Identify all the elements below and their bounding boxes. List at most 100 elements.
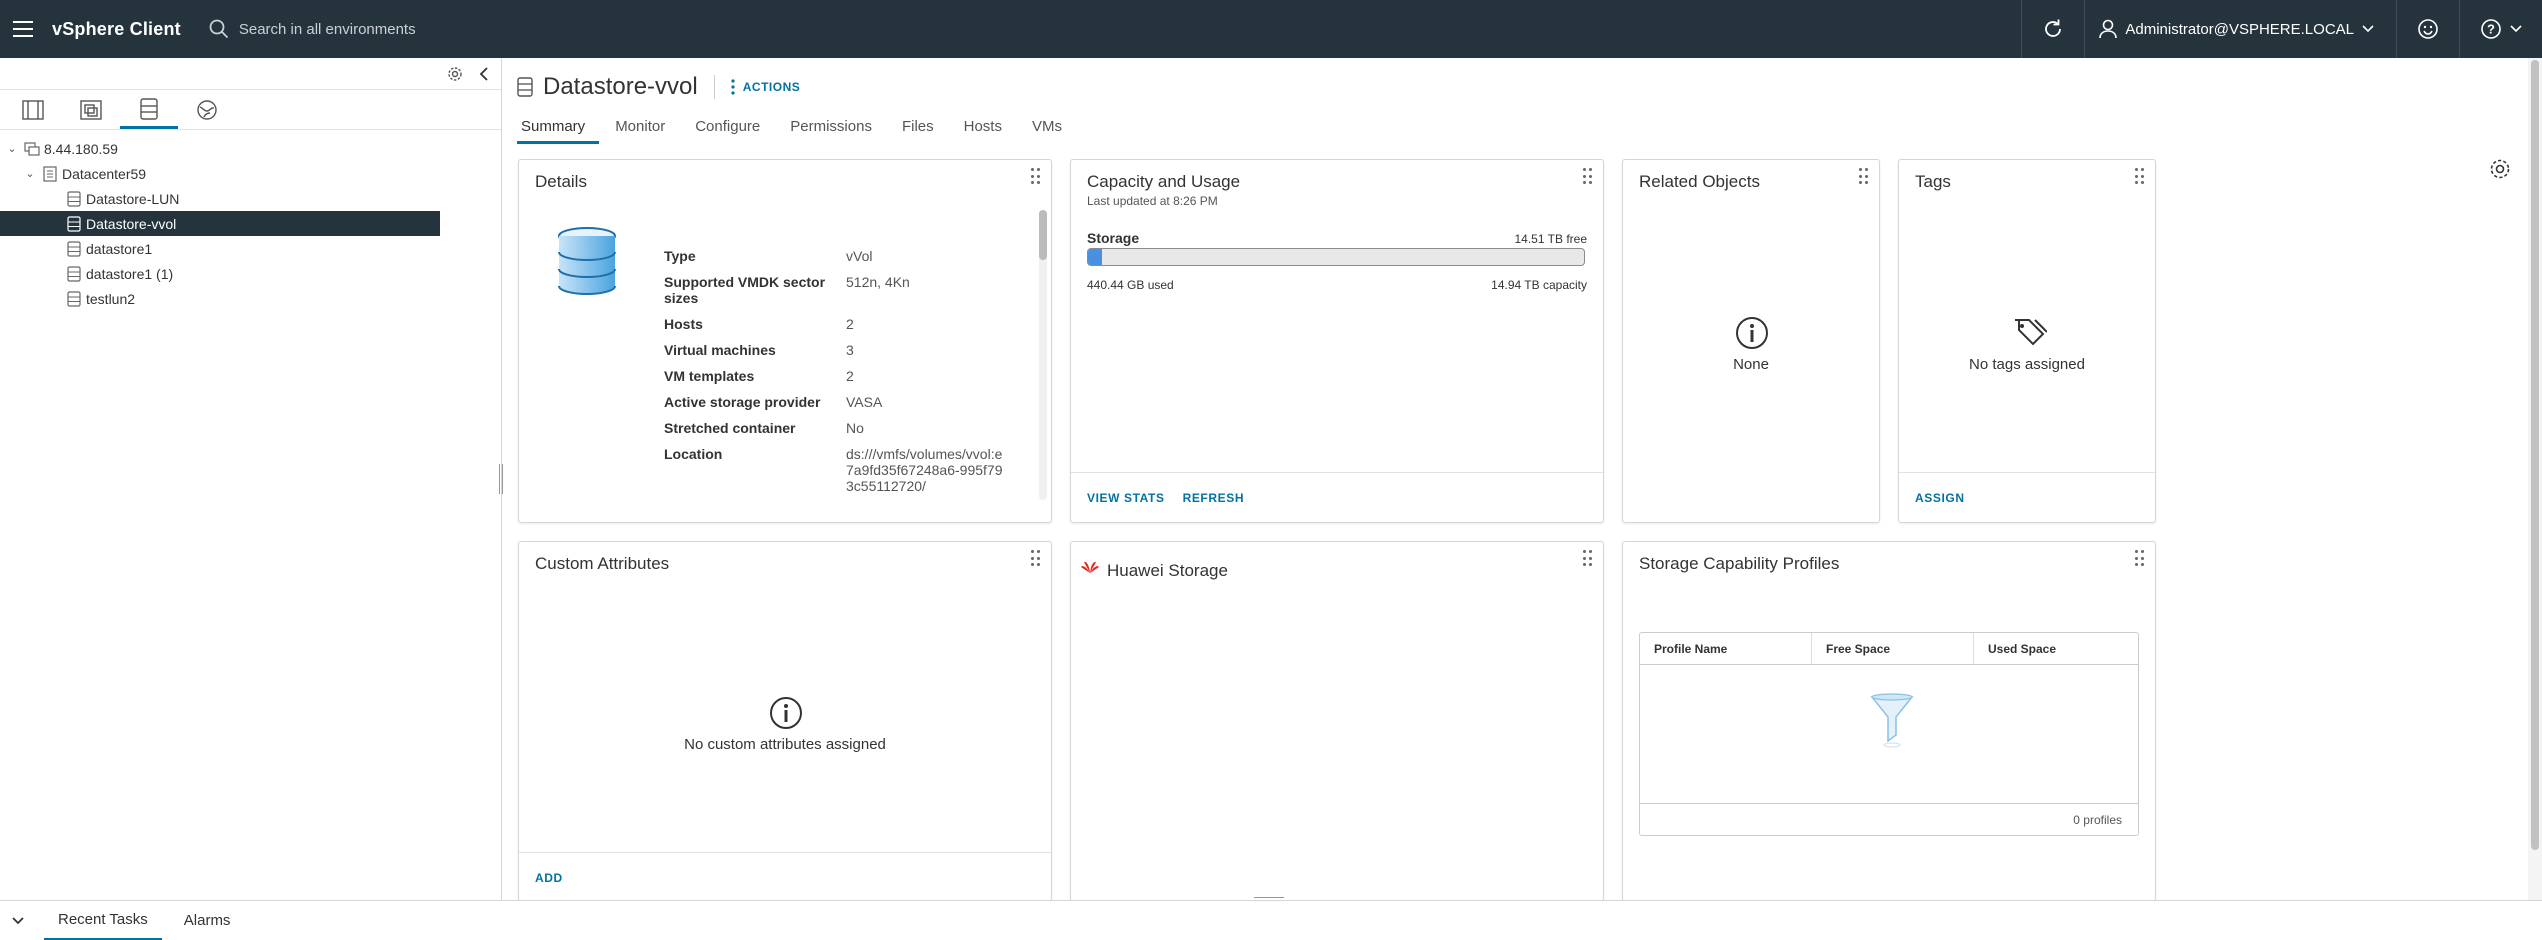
detail-value: 2 [846, 368, 854, 384]
chevron-down-icon[interactable]: ⌄ [4, 142, 20, 155]
tree-item-datastore[interactable]: testlun2 [0, 286, 501, 311]
tab-files[interactable]: Files [898, 112, 948, 144]
datastore-icon [517, 77, 533, 97]
tree-item-label: Datastore-LUN [86, 190, 180, 207]
vcenter-icon [20, 141, 44, 156]
summary-settings-button[interactable] [2489, 158, 2511, 183]
add-attribute-button[interactable]: ADD [535, 871, 563, 885]
column-header[interactable]: Free Space [1812, 633, 1974, 664]
capacity-title: Capacity and Usage [1087, 172, 1241, 191]
tree-item-datastore-selected[interactable]: Datastore-vvol [0, 211, 440, 236]
storage-icon [140, 97, 158, 120]
tree-item-datastore[interactable]: Datastore-LUN [0, 186, 501, 211]
chevron-down-icon [2510, 25, 2522, 33]
tab-monitor[interactable]: Monitor [611, 112, 679, 144]
datastore-stack-icon [558, 227, 616, 296]
refresh-link-button[interactable]: REFRESH [1183, 491, 1245, 505]
menu-icon[interactable] [0, 0, 46, 58]
tab-vms[interactable]: VMs [1028, 112, 1076, 144]
chevron-down-icon[interactable]: ⌄ [22, 167, 38, 180]
detail-row: Location ds:///vmfs/volumes/vvol:e7a9fd35… [664, 446, 1004, 494]
tree-item-label: 8.44.180.59 [44, 140, 118, 157]
tree-item-datacenter[interactable]: ⌄ Datacenter59 [0, 161, 501, 186]
drag-handle-icon[interactable] [2135, 168, 2145, 186]
tab-permissions[interactable]: Permissions [786, 112, 886, 144]
brand-title[interactable]: vSphere Client [52, 19, 181, 40]
bottom-panel-toggle[interactable] [0, 916, 36, 925]
tree-item-datastore[interactable]: datastore1 [0, 236, 501, 261]
tree-item-vcenter[interactable]: ⌄ 8.44.180.59 [0, 136, 501, 161]
related-objects-title: Related Objects [1639, 172, 1760, 191]
detail-value: vVol [846, 248, 873, 264]
view-stats-button[interactable]: VIEW STATS [1087, 491, 1165, 505]
vertical-ellipsis-icon [731, 79, 735, 95]
detail-label: Virtual machines [664, 342, 776, 358]
capacity-updated: Last updated at 8:26 PM [1087, 194, 1218, 208]
related-objects-message: None [1733, 356, 1769, 373]
tab-vms-templates[interactable] [62, 91, 120, 129]
tab-alarms[interactable]: Alarms [170, 901, 245, 940]
chevron-down-icon [2362, 25, 2374, 33]
search-icon [209, 19, 228, 39]
help-menu[interactable]: ? [2460, 0, 2542, 58]
drag-handle-icon[interactable] [1859, 168, 1869, 186]
storage-label: Storage [1087, 230, 1140, 246]
column-header[interactable]: Profile Name [1640, 633, 1812, 664]
drag-handle-icon[interactable] [2135, 550, 2145, 568]
detail-value: 3 [846, 342, 854, 358]
storage-used: 440.44 GB used [1087, 278, 1174, 292]
tab-storage[interactable] [120, 91, 178, 129]
feedback-button[interactable] [2397, 0, 2459, 58]
drag-handle-icon[interactable] [1583, 168, 1593, 186]
object-header: Datastore-vvol ACTIONS [517, 72, 800, 102]
tab-configure[interactable]: Configure [691, 112, 774, 144]
tab-hosts-clusters[interactable] [4, 91, 62, 129]
tab-hosts[interactable]: Hosts [960, 112, 1016, 144]
drag-handle-icon[interactable] [1031, 168, 1041, 186]
detail-value: VASA [846, 394, 883, 410]
column-header[interactable]: Used Space [1974, 633, 2138, 664]
storage-profiles-card: Storage Capability Profiles Profile Name… [1622, 541, 2156, 901]
storage-usage-bar [1087, 248, 1585, 266]
detail-value: 2 [846, 316, 854, 332]
drag-handle-icon[interactable] [1583, 550, 1593, 568]
refresh-button[interactable] [2022, 0, 2084, 58]
detail-row: Active storage provider VASA [664, 394, 1004, 410]
detail-value: ds:///vmfs/volumes/vvol:e7a9fd35f67248a6… [846, 446, 1003, 494]
collapse-left-icon[interactable] [479, 66, 489, 81]
global-search[interactable]: Search in all environments [209, 19, 416, 39]
object-tabs: Summary Monitor Configure Permissions Fi… [517, 112, 1088, 144]
title-divider [713, 75, 715, 99]
drag-handle-icon[interactable] [1031, 550, 1041, 568]
gear-icon[interactable] [447, 66, 463, 82]
profiles-count: 0 profiles [1640, 803, 2138, 835]
detail-label: Active storage provider [664, 394, 821, 410]
custom-attributes-message: No custom attributes assigned [684, 736, 886, 753]
navigator-toolbar [0, 58, 501, 90]
tab-recent-tasks[interactable]: Recent Tasks [44, 901, 162, 940]
tags-card: Tags No tags assigned ASSIGN [1898, 159, 2156, 523]
detail-row: Stretched container No [664, 420, 1004, 436]
tree-item-datastore[interactable]: datastore1 (1) [0, 261, 501, 286]
huawei-storage-title: Huawei Storage [1107, 561, 1228, 580]
info-icon [770, 697, 802, 729]
empty-filter-icon [1870, 693, 1914, 748]
storage-free: 14.51 TB free [1514, 232, 1588, 246]
tags-card-footer: ASSIGN [1899, 472, 2155, 522]
chevron-down-icon [12, 916, 24, 924]
page-scrollbar[interactable] [2528, 58, 2542, 900]
assign-tag-button[interactable]: ASSIGN [1915, 491, 1965, 505]
user-menu[interactable]: Administrator@VSPHERE.LOCAL [2085, 19, 2396, 39]
custom-attributes-card: Custom Attributes No custom attributes a… [518, 541, 1052, 901]
details-scrollbar[interactable] [1039, 210, 1047, 500]
actions-menu-button[interactable]: ACTIONS [731, 79, 801, 95]
tab-summary[interactable]: Summary [517, 112, 600, 144]
help-icon: ? [2481, 19, 2501, 39]
refresh-icon [2045, 19, 2062, 37]
page-title: Datastore-vvol [543, 73, 698, 100]
tab-networking[interactable] [178, 91, 236, 129]
custom-attributes-title: Custom Attributes [535, 554, 670, 573]
related-objects-card: Related Objects None [1622, 159, 1880, 523]
datastore-icon [62, 215, 86, 232]
tags-title: Tags [1915, 172, 1951, 191]
